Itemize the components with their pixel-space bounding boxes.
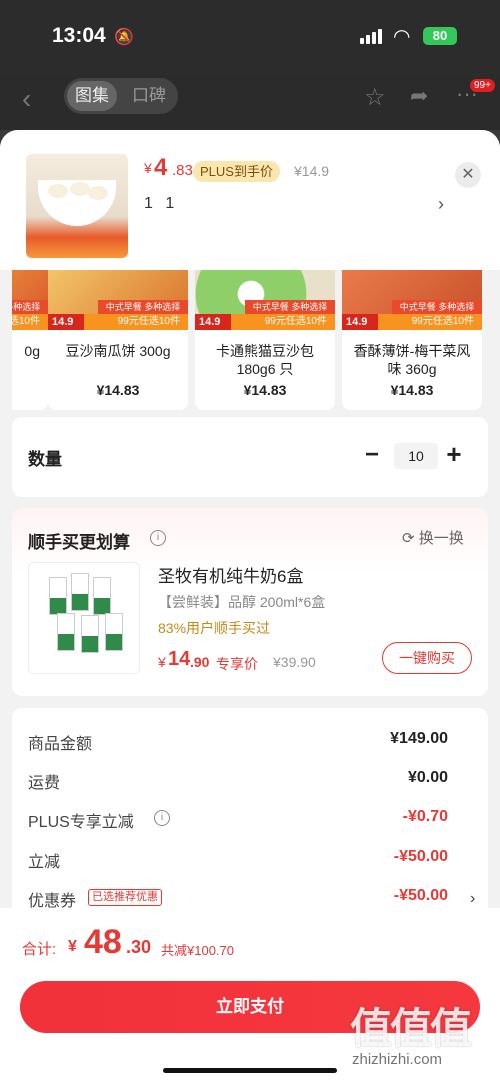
page-header: ‹ 图集 口碑 ☆ ➦ ··· 99+ — [0, 75, 500, 130]
info-icon[interactable]: i — [154, 810, 170, 826]
addon-price-symbol: ¥ — [158, 654, 166, 670]
summary-row-shipping: 运费 ¥0.00 — [28, 769, 448, 792]
price-decimal: .83 — [172, 162, 193, 179]
variant-card[interactable]: 中式早餐 多种选择 99元任选10件 14.9 卡通熊猫豆沙包 180g6 只 … — [195, 270, 335, 410]
addon-recommendation: 顺手买更划算 i ⟳ 换一换 圣牧有机纯牛奶6盒 【尝鲜装】品醇 200ml*6… — [12, 508, 488, 696]
battery-indicator: 80 — [423, 27, 457, 45]
total-symbol: ¥ — [68, 938, 77, 955]
tab-gallery[interactable]: 图集 — [67, 81, 117, 111]
selected-spec: 1 1 — [144, 195, 179, 212]
plus-price-tag: PLUS到手价 — [193, 161, 280, 182]
variant-card[interactable]: 中式早餐 多种选择 99元任选10件 14.9 豆沙南瓜饼 300g ¥14.8… — [48, 270, 188, 410]
selected-product-header: ¥ 4 .83 PLUS到手价 ¥14.9 ✕ 1 1 › — [0, 130, 500, 270]
checkout-footer: 合计: ¥ 48 .30 共减¥100.70 立即支付 — [0, 908, 500, 1083]
variant-card[interactable]: 中式早餐 多种选择 99元任选10件 14.9 香酥薄饼-梅干菜风味 360g … — [342, 270, 482, 410]
addon-price-integer: 14 — [168, 648, 191, 670]
addon-product-spec: 【尝鲜装】品醇 200ml*6盒 — [158, 594, 326, 610]
quantity-input[interactable]: 10 — [394, 443, 438, 469]
variant-name: 0g — [24, 343, 40, 359]
variant-card[interactable]: 中式早餐 多种选择 99元任选10件 14.9 0g — [12, 270, 48, 410]
one-click-buy-button[interactable]: 一键购买 — [382, 642, 472, 674]
addon-buy-rate: 83%用户顺手买过 — [158, 620, 271, 636]
info-icon[interactable]: i — [150, 530, 166, 546]
wifi-icon: ◠ — [393, 26, 411, 48]
close-button[interactable]: ✕ — [455, 162, 481, 188]
total-savings: 共减¥100.70 — [161, 943, 234, 958]
addon-product-name: 圣牧有机纯牛奶6盒 — [158, 567, 304, 586]
original-price: ¥14.9 — [294, 163, 330, 179]
total-label: 合计: — [22, 941, 57, 958]
variant-name: 香酥薄饼-梅干菜风味 360g — [353, 343, 471, 377]
quantity-label: 数量 — [28, 450, 62, 469]
quantity-section: 数量 − 10 + — [12, 417, 488, 497]
variant-name: 豆沙南瓜饼 300g — [65, 343, 171, 359]
chevron-right-icon[interactable]: › — [438, 194, 444, 215]
coupon-badge: 已选推荐优惠 — [88, 889, 162, 906]
share-icon[interactable]: ➦ — [410, 83, 428, 109]
variant-name: 卡通熊猫豆沙包 180g6 只 — [216, 343, 314, 377]
price-symbol: ¥ — [144, 160, 152, 176]
variant-price: ¥14.83 — [243, 382, 287, 398]
addon-price-decimal: .90 — [190, 654, 210, 670]
cost-summary: 商品金额 ¥149.00 运费 ¥0.00 PLUS专享立减 i -¥0.70 … — [12, 708, 488, 928]
recommend-title: 顺手买更划算 — [28, 533, 130, 552]
addon-original-price: ¥39.90 — [273, 654, 316, 670]
home-indicator — [163, 1068, 337, 1073]
tab-reviews[interactable]: 口碑 — [124, 81, 174, 111]
quantity-increase-button[interactable]: + — [444, 439, 464, 470]
refresh-icon: ⟳ — [402, 530, 415, 547]
status-time: 13:04 — [52, 24, 106, 47]
addon-price-tag: 专享价 — [216, 656, 258, 672]
summary-row-subtotal: 商品金额 ¥149.00 — [28, 730, 448, 753]
summary-row-instant-discount: 立减 -¥50.00 — [28, 848, 448, 871]
addon-product-image[interactable] — [28, 562, 140, 674]
variant-price: ¥14.83 — [390, 382, 434, 398]
back-icon[interactable]: ‹ — [22, 83, 31, 115]
swap-label: 换一换 — [418, 530, 464, 547]
price-integer: 4 — [154, 154, 168, 181]
quantity-decrease-button[interactable]: − — [362, 441, 382, 469]
favorite-icon[interactable]: ☆ — [364, 83, 386, 112]
swap-button[interactable]: ⟳ 换一换 — [402, 527, 464, 548]
total-decimal: .30 — [126, 937, 152, 957]
summary-row-plus-discount: PLUS专享立减 i -¥0.70 — [28, 808, 448, 831]
chevron-right-icon[interactable]: › — [470, 890, 475, 908]
message-badge: 99+ — [470, 79, 495, 92]
purchase-sheet: ¥ 4 .83 PLUS到手价 ¥14.9 ✕ 1 1 › 中式早餐 多种选择 … — [0, 130, 500, 1083]
mute-icon: 🔕 — [114, 29, 134, 46]
status-bar: 13:04 🔕 ◠ 80 — [0, 0, 500, 75]
variant-carousel: 中式早餐 多种选择 99元任选10件 14.9 0g 中式早餐 多种选择 99元… — [12, 270, 488, 410]
signal-icon — [360, 29, 382, 44]
total-integer: 48 — [84, 923, 122, 961]
pay-now-button[interactable]: 立即支付 — [20, 981, 480, 1033]
product-thumbnail — [26, 154, 128, 258]
variant-price: ¥14.83 — [96, 382, 140, 398]
view-tabs: 图集 口碑 — [64, 78, 178, 114]
